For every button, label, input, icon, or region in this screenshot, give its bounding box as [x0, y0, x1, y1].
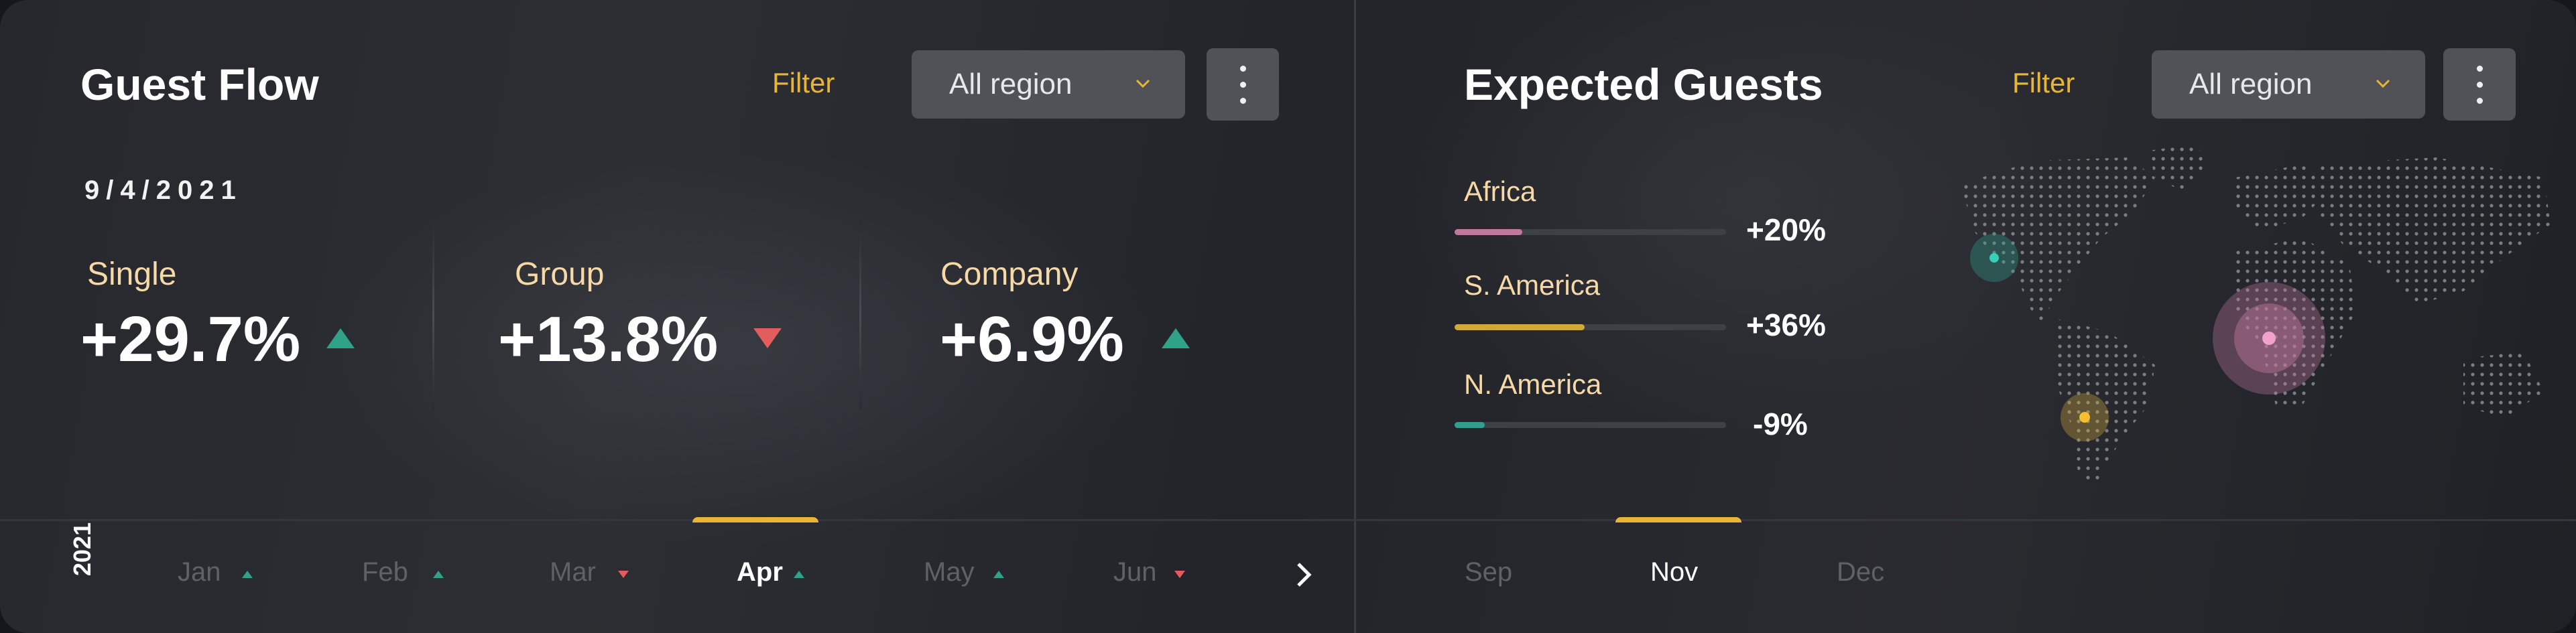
guest-flow-filter-link[interactable]: Filter: [772, 67, 835, 99]
region-value-n-america: -9%: [1753, 407, 1808, 441]
region-label-n-america: N. America: [1464, 368, 1602, 400]
trend-up-icon: [993, 571, 1004, 578]
more-dots-icon: [2477, 66, 2483, 72]
timeline-month-may[interactable]: May: [924, 557, 975, 587]
timeline-month-jan[interactable]: Jan: [178, 557, 221, 587]
timeline-month-apr[interactable]: Apr: [737, 557, 783, 587]
region-progress-s-america: [1455, 324, 1726, 330]
region-select-value: All region: [2189, 68, 2313, 100]
timeline-month-sep[interactable]: Sep: [1465, 557, 1512, 587]
stat-label-company: Company: [940, 257, 1079, 292]
current-date: 9/4/2021: [84, 175, 243, 205]
active-month-indicator: [692, 517, 818, 522]
trend-up-icon: [242, 571, 253, 578]
expected-guests-more-button[interactable]: [2443, 48, 2516, 121]
stat-value-company: +6.9%: [940, 303, 1124, 375]
stat-value-group: +13.8%: [498, 303, 719, 375]
progress-fill: [1455, 324, 1585, 330]
active-month-indicator: [1615, 517, 1741, 522]
timeline-month-nov[interactable]: Nov: [1650, 557, 1698, 587]
chevron-right-icon[interactable]: [1290, 561, 1317, 588]
timeline-divider: [0, 519, 2576, 521]
trend-down-icon: [618, 571, 629, 578]
timeline-month-feb[interactable]: Feb: [362, 557, 408, 587]
stat-value-single: +29.7%: [80, 303, 301, 375]
trend-up-icon: [794, 571, 804, 578]
region-progress-n-america: [1455, 422, 1726, 428]
region-value-africa: +20%: [1746, 212, 1826, 247]
guest-flow-region-select[interactable]: All region: [912, 50, 1185, 119]
expected-guests-filter-link[interactable]: Filter: [2012, 67, 2075, 99]
expected-guests-title: Expected Guests: [1464, 60, 1823, 109]
region-value-s-america: +36%: [1746, 307, 1826, 342]
region-label-s-america: S. America: [1464, 269, 1601, 301]
guest-flow-title: Guest Flow: [80, 60, 319, 109]
trend-down-icon: [753, 328, 782, 348]
timeline-month-jun[interactable]: Jun: [1113, 557, 1157, 587]
trend-down-icon: [1174, 571, 1185, 578]
region-progress-africa: [1455, 229, 1726, 235]
region-label-africa: Africa: [1464, 175, 1536, 207]
stat-divider: [859, 221, 861, 410]
timeline-year: 2021: [68, 522, 96, 576]
more-dots-icon: [1240, 66, 1246, 72]
timeline-month-mar[interactable]: Mar: [550, 557, 596, 587]
trend-up-icon: [326, 328, 355, 348]
panel-divider: [1354, 0, 1356, 633]
timeline-month-dec[interactable]: Dec: [1837, 557, 1884, 587]
chevron-down-icon: [2376, 79, 2390, 88]
region-select-value: All region: [949, 68, 1072, 100]
dashboard: Guest Flow Filter All region 9/4/2021 Si…: [0, 0, 2576, 633]
stat-label-single: Single: [87, 257, 177, 292]
progress-fill: [1455, 422, 1485, 428]
chevron-down-icon: [1136, 79, 1150, 88]
world-map-graphic: [1961, 144, 2551, 486]
guest-flow-more-button[interactable]: [1207, 48, 1279, 121]
trend-up-icon: [1162, 328, 1190, 348]
stat-label-group: Group: [515, 257, 605, 292]
expected-guests-region-select[interactable]: All region: [2152, 50, 2425, 119]
trend-up-icon: [433, 571, 444, 578]
stat-divider: [432, 221, 434, 410]
progress-fill: [1455, 229, 1523, 235]
